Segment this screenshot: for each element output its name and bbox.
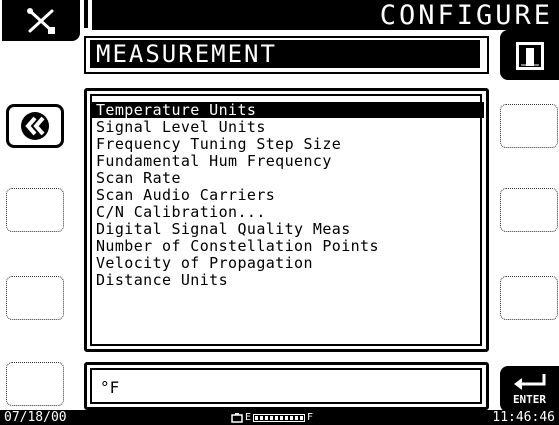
- menu-item-velocity-of-propagation[interactable]: Velocity of Propagation: [92, 255, 484, 271]
- menu-list: Temperature Units Signal Level Units Fre…: [90, 94, 484, 346]
- menu-item-temperature-units[interactable]: Temperature Units: [92, 102, 484, 118]
- menu-item-number-of-constellation-points[interactable]: Number of Constellation Points: [92, 238, 484, 254]
- back-button[interactable]: [6, 104, 64, 148]
- softkey-left-3[interactable]: [6, 276, 64, 320]
- title-stripe: [84, 0, 88, 28]
- menu-item-cn-calibration[interactable]: C/N Calibration...: [92, 204, 484, 220]
- menu-item-fundamental-hum-frequency[interactable]: Fundamental Hum Frequency: [92, 153, 484, 169]
- softkey-right-3[interactable]: [500, 276, 558, 320]
- status-time: 11:46:46: [492, 410, 555, 425]
- battery-icon: [231, 412, 243, 423]
- softkey-right-2[interactable]: [500, 188, 558, 232]
- enter-label: ENTER: [512, 393, 547, 406]
- meter-icon: [515, 42, 544, 70]
- enter-button[interactable]: ENTER: [500, 366, 559, 412]
- battery-indicator: E F: [231, 412, 351, 423]
- menu-item-frequency-tuning-step-size[interactable]: Frequency Tuning Step Size: [92, 136, 484, 152]
- status-bar: 07/18/00 E F 11:46:46: [0, 410, 559, 425]
- tools-button[interactable]: [2, 0, 80, 41]
- battery-full-label: F: [307, 412, 314, 423]
- softkey-left-4[interactable]: [6, 362, 64, 406]
- section-title: MEASUREMENT: [90, 40, 480, 68]
- battery-gauge: [253, 413, 306, 422]
- status-date: 07/18/00: [4, 410, 67, 425]
- meter-button[interactable]: [500, 30, 559, 80]
- menu-item-scan-rate[interactable]: Scan Rate: [92, 170, 484, 186]
- battery-empty-label: E: [245, 412, 252, 423]
- double-chevron-left-icon: [21, 112, 49, 140]
- value-display: °F: [90, 368, 482, 404]
- tools-icon: [27, 7, 55, 34]
- menu-item-digital-signal-quality-meas[interactable]: Digital Signal Quality Meas: [92, 221, 484, 237]
- page-title: CONFIGURE: [92, 0, 559, 31]
- softkey-left-2[interactable]: [6, 188, 64, 232]
- menu-item-distance-units[interactable]: Distance Units: [92, 272, 484, 288]
- softkey-right-1[interactable]: [500, 104, 558, 148]
- menu-item-signal-level-units[interactable]: Signal Level Units: [92, 119, 484, 135]
- menu-item-scan-audio-carriers[interactable]: Scan Audio Carriers: [92, 187, 484, 203]
- enter-arrow-icon: [513, 374, 545, 390]
